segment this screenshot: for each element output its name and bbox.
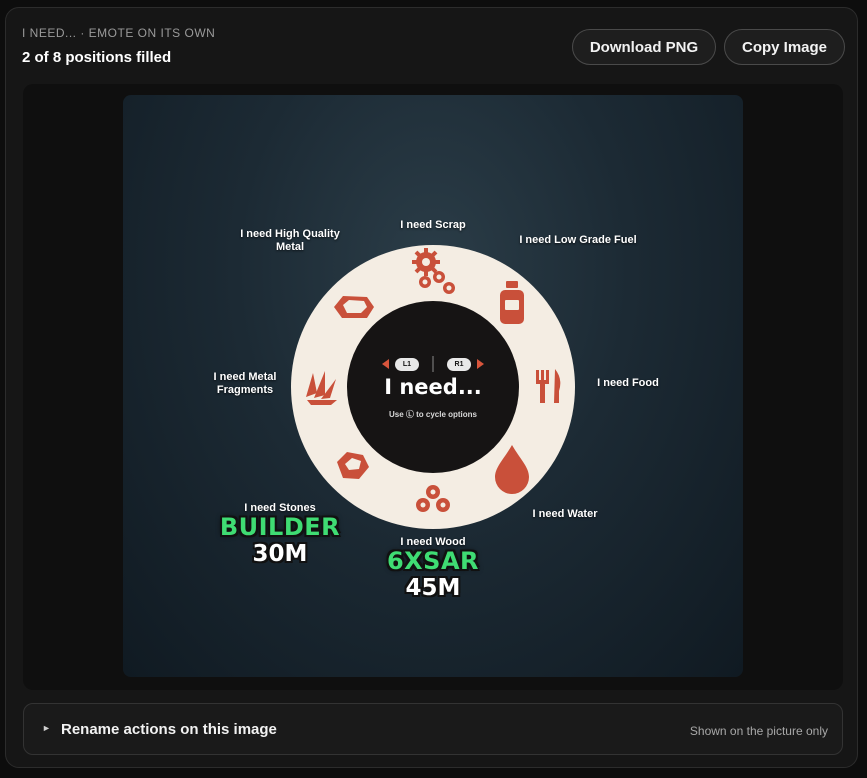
option-label-high-quality-metal: I need High Quality Metal	[240, 228, 340, 253]
expand-caret-icon: ►	[42, 723, 51, 733]
option-label-metal-fragments: I need Metal Fragments	[213, 371, 277, 396]
positions-filled-status: 2 of 8 positions filled	[22, 49, 172, 66]
claim-value-stones: 30M	[252, 541, 308, 567]
image-preview-area: L1 R1 I need... Use Ⓛ to cycle options I…	[23, 84, 843, 690]
claim-name-stones: BUILDER	[219, 513, 341, 541]
emote-card: I NEED... · EMOTE ON ITS OWN 2 of 8 posi…	[5, 7, 858, 768]
r1-bumper-badge: R1	[447, 358, 471, 371]
rename-actions-label: Rename actions on this image	[61, 721, 277, 738]
option-label-low-grade-fuel: I need Low Grade Fuel	[519, 234, 637, 246]
option-label-scrap: I need Scrap	[400, 219, 466, 231]
option-label-food: I need Food	[597, 377, 659, 389]
download-png-button[interactable]: Download PNG	[572, 29, 716, 65]
emote-wheel-image: L1 R1 I need... Use Ⓛ to cycle options I…	[123, 95, 743, 677]
wheel-center-hint: Use Ⓛ to cycle options	[388, 410, 478, 419]
option-label-water: I need Water	[532, 508, 598, 520]
claim-value-wood: 45M	[405, 575, 461, 601]
rename-actions-note: Shown on the picture only	[689, 724, 828, 738]
rename-actions-toggle[interactable]: ► Rename actions on this image Shown on …	[23, 703, 843, 755]
copy-image-button[interactable]: Copy Image	[724, 29, 845, 65]
claim-name-wood: 6XSAR	[386, 547, 480, 575]
emote-eyebrow: I NEED... · EMOTE ON ITS OWN	[22, 26, 216, 40]
l1-bumper-badge: L1	[395, 358, 419, 371]
